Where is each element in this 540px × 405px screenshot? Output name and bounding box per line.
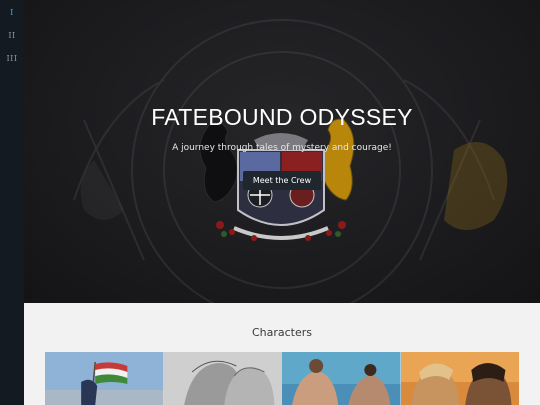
hero-banner: FATEBOUND ODYSSEY A journey through tale… <box>24 0 540 303</box>
character-card-sketch-portrait[interactable] <box>163 352 282 405</box>
nav-item-chapter-1[interactable]: I <box>10 8 14 17</box>
nav-item-chapter-2[interactable]: II <box>8 31 15 40</box>
hero-subtitle: A journey through tales of mystery and c… <box>172 143 392 153</box>
hero-content: FATEBOUND ODYSSEY A journey through tale… <box>24 104 540 190</box>
characters-heading: Characters <box>251 326 313 339</box>
character-card-sunset-duo[interactable] <box>400 352 519 405</box>
sidebar-nav: I II III <box>0 0 24 405</box>
characters-section: Characters <box>24 303 540 405</box>
character-gallery <box>45 352 519 405</box>
character-card-sea-warriors[interactable] <box>282 352 401 405</box>
hero-title: FATEBOUND ODYSSEY <box>151 104 413 130</box>
nav-item-chapter-3[interactable]: III <box>7 54 18 63</box>
character-card-flag-bearer[interactable] <box>45 352 164 405</box>
meet-the-crew-button[interactable]: Meet the Crew <box>242 171 322 190</box>
